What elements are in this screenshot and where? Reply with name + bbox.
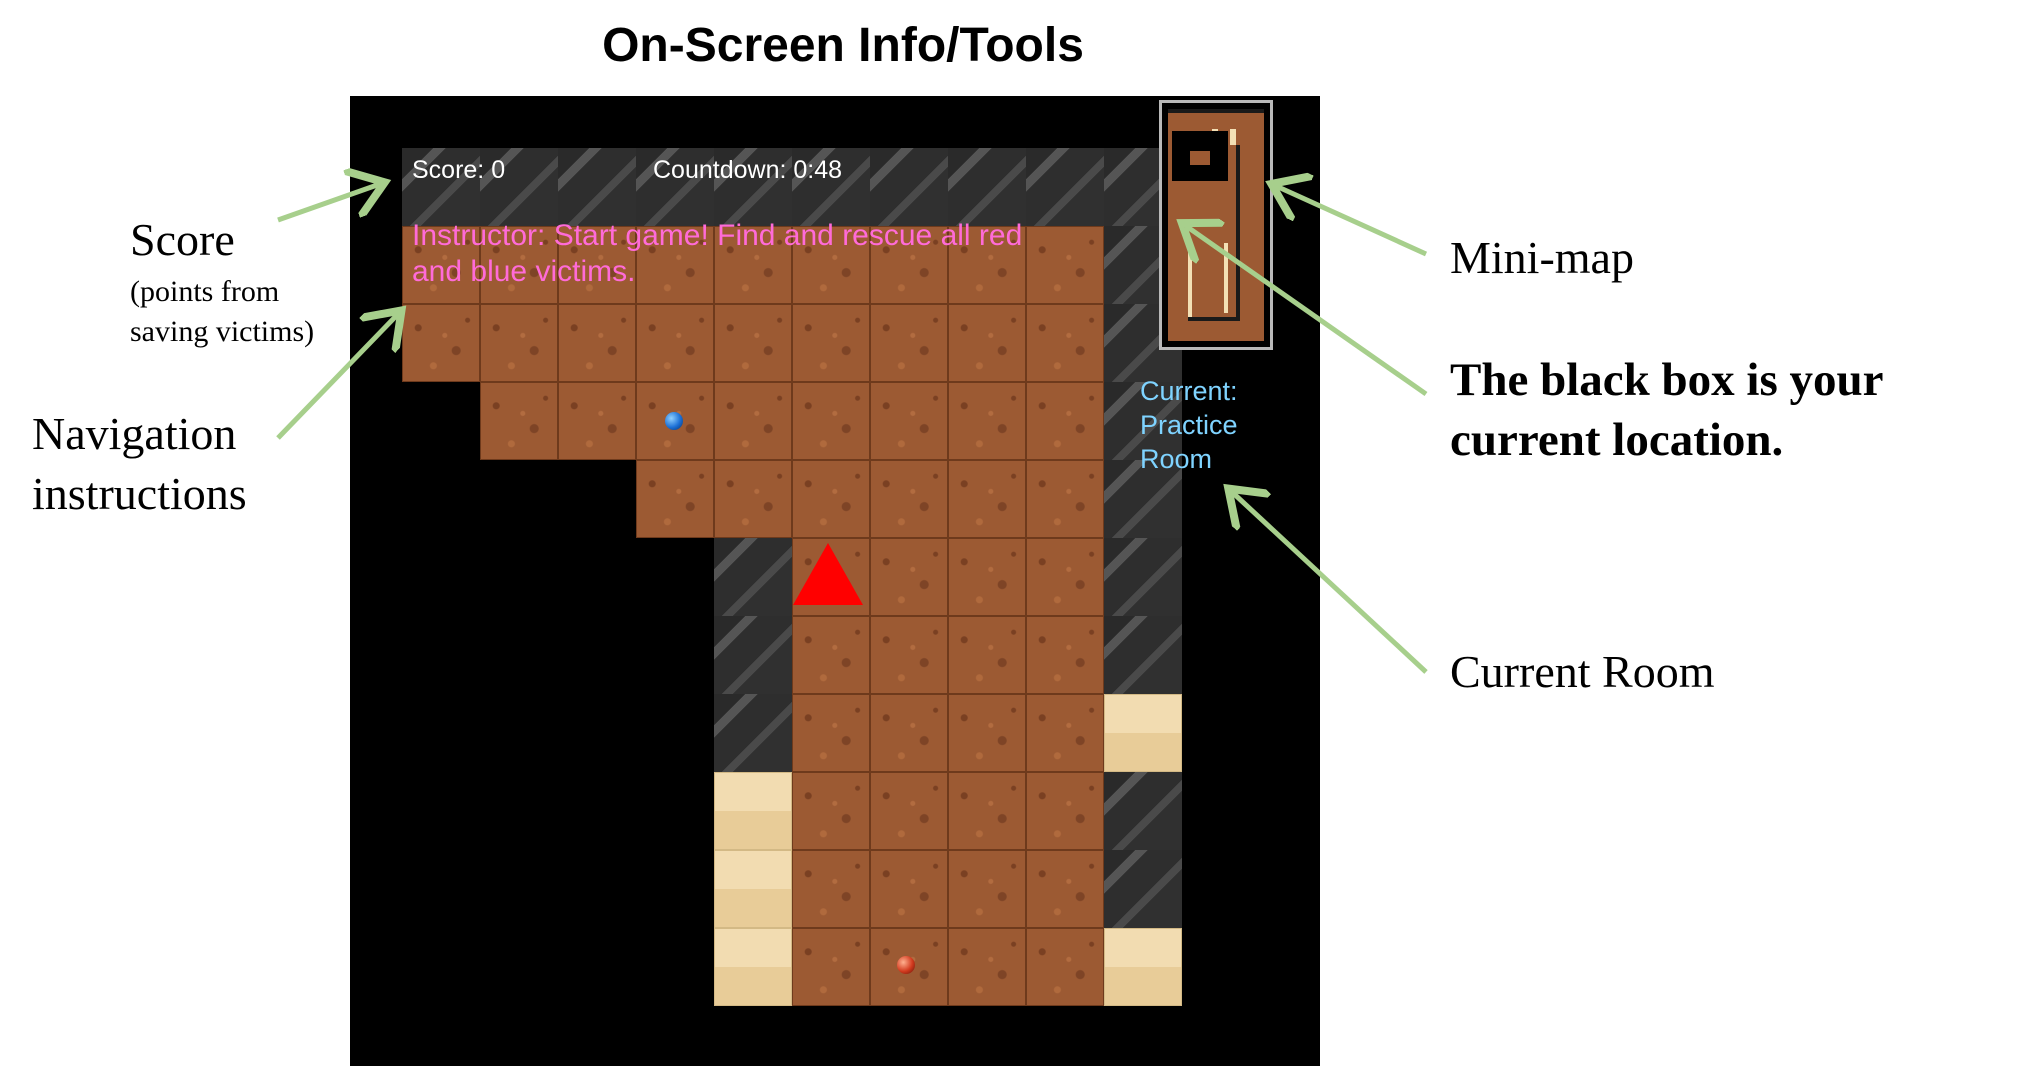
nav-annotation-line: instructions [32,468,247,519]
instructor-message: Instructor: Start game! Find and rescue … [412,219,1023,288]
stone-tile [714,538,792,616]
dirt-tile [402,304,480,382]
current-room-label: Current: Practice Room [1140,374,1260,476]
stone-tile [1104,772,1182,850]
location-annotation-line: The black box is your [1450,354,1884,406]
dirt-tile [1026,304,1104,382]
dirt-tile [636,304,714,382]
location-annotation-line: current location. [1450,414,1784,466]
dirt-tile [870,382,948,460]
dirt-tile [948,928,1026,1006]
dirt-tile [714,304,792,382]
dirt-tile [480,304,558,382]
dirt-tile [1026,694,1104,772]
mini-map [1159,100,1273,350]
dirt-tile [870,850,948,928]
dirt-tile [792,850,870,928]
current-room-annotation: Current Room [1450,646,1715,697]
figure-title: On-Screen Info/Tools [602,19,1084,72]
minimap-annotation: Mini-map [1450,232,1634,283]
red-victim-icon[interactable] [897,956,915,974]
dirt-tile [792,382,870,460]
dirt-tile [792,772,870,850]
dirt-tile [792,928,870,1006]
dirt-tile [948,616,1026,694]
sand-tile [714,772,792,850]
dirt-tile [636,460,714,538]
dirt-tile [1026,382,1104,460]
dirt-tile [948,382,1026,460]
stone-tile [948,148,1026,226]
dirt-tile [714,382,792,460]
dirt-tile [870,538,948,616]
dirt-tile [792,616,870,694]
room-label-line: Current: [1140,376,1238,406]
dirt-tile [948,772,1026,850]
dirt-tile [948,304,1026,382]
dirt-tile [870,460,948,538]
dirt-tile [948,694,1026,772]
dirt-tile [870,694,948,772]
sand-tile [1104,694,1182,772]
dirt-tile [948,538,1026,616]
sand-tile [714,850,792,928]
dirt-tile [558,382,636,460]
stone-tile [1026,148,1104,226]
dirt-tile [714,460,792,538]
stone-tile [870,148,948,226]
stone-tile [714,616,792,694]
stone-tile [558,148,636,226]
score-subtext-line: (points from [130,275,280,308]
dirt-tile [870,616,948,694]
dirt-tile [1026,616,1104,694]
sand-tile [714,928,792,1006]
dirt-tile [1026,850,1104,928]
room-label-line: Practice [1140,410,1238,440]
stone-tile [1104,850,1182,928]
dirt-tile [792,694,870,772]
stone-tile [1104,538,1182,616]
game-viewport[interactable]: Score: 0 Countdown: 0:48 Instructor: Sta… [350,96,1320,1066]
dirt-tile [1026,772,1104,850]
dirt-tile [870,772,948,850]
stone-tile [1104,616,1182,694]
dirt-tile [870,304,948,382]
location-annotation: The black box is your current location. [1450,350,1884,470]
dirt-tile [792,460,870,538]
room-label-line: Room [1140,444,1213,474]
dirt-tile [558,304,636,382]
score-display: Score: 0 [412,156,506,184]
score-annotation-subtext: (points from saving victims) [130,272,314,352]
dirt-tile [1026,460,1104,538]
score-subtext-line: saving victims) [130,315,315,348]
dirt-tile [480,382,558,460]
score-annotation: Score [130,214,235,265]
dirt-tile [948,460,1026,538]
stone-tile [714,694,792,772]
dirt-tile [1026,538,1104,616]
countdown-timer: Countdown: 0:48 [653,156,843,184]
dirt-tile [792,304,870,382]
blue-victim-icon[interactable] [665,412,683,430]
nav-annotation-line: Navigation [32,408,237,459]
dirt-tile [1026,928,1104,1006]
player-triangle-icon [793,543,863,605]
dirt-tile [948,850,1026,928]
sand-tile [1104,928,1182,1006]
navigation-annotation: Navigation instructions [32,404,247,524]
